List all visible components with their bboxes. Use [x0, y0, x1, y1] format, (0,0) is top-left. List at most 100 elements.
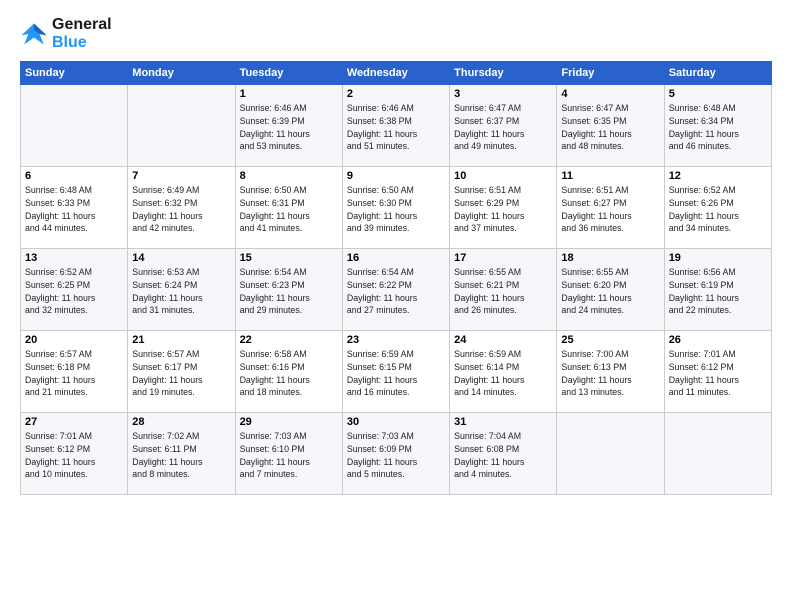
day-number: 23 [347, 334, 445, 346]
day-number: 21 [132, 334, 230, 346]
calendar-cell: 5Sunrise: 6:48 AM Sunset: 6:34 PM Daylig… [664, 85, 771, 167]
calendar-table: SundayMondayTuesdayWednesdayThursdayFrid… [20, 61, 772, 495]
calendar-cell: 1 Sunrise: 6:46 AM Sunset: 6:39 PM Daylig… [235, 85, 342, 167]
calendar-week-row: 1 Sunrise: 6:46 AM Sunset: 6:39 PM Daylig… [21, 85, 772, 167]
day-info: Sunrise: 6:56 AM Sunset: 6:19 PM Dayligh… [669, 266, 767, 317]
day-info: Sunrise: 6:47 AM Sunset: 6:37 PM Dayligh… [454, 102, 552, 153]
day-info: Sunrise: 6:58 AM Sunset: 6:16 PM Dayligh… [240, 348, 338, 399]
day-info: Sunrise: 6:59 AM Sunset: 6:15 PM Dayligh… [347, 348, 445, 399]
calendar-week-row: 13 Sunrise: 6:52 AM Sunset: 6:25 PM Dayli… [21, 249, 772, 331]
calendar-cell: 8Sunrise: 6:50 AM Sunset: 6:31 PM Daylig… [235, 167, 342, 249]
day-number: 2 [347, 88, 445, 100]
day-number: 25 [561, 334, 659, 346]
calendar-cell: 11Sunrise: 6:51 AM Sunset: 6:27 PM Dayli… [557, 167, 664, 249]
calendar-week-row: 27 Sunrise: 7:01 AM Sunset: 6:12 PM Dayli… [21, 413, 772, 495]
logo-text: General Blue [52, 16, 112, 51]
day-info: Sunrise: 6:47 AM Sunset: 6:35 PM Dayligh… [561, 102, 659, 153]
calendar-cell: 22 Sunrise: 6:58 AM Sunset: 6:16 PM Dayli… [235, 331, 342, 413]
day-info: Sunrise: 6:46 AM Sunset: 6:38 PM Dayligh… [347, 102, 445, 153]
day-info: Sunrise: 6:57 AM Sunset: 6:17 PM Dayligh… [132, 348, 230, 399]
day-info: Sunrise: 6:55 AM Sunset: 6:20 PM Dayligh… [561, 266, 659, 317]
calendar-cell: 21 Sunrise: 6:57 AM Sunset: 6:17 PM Dayli… [128, 331, 235, 413]
weekday-header: Friday [557, 62, 664, 85]
calendar-cell: 27 Sunrise: 7:01 AM Sunset: 6:12 PM Dayli… [21, 413, 128, 495]
day-info: Sunrise: 6:51 AM Sunset: 6:29 PM Dayligh… [454, 184, 552, 235]
calendar-cell [664, 413, 771, 495]
calendar-cell: 26Sunrise: 7:01 AM Sunset: 6:12 PM Dayli… [664, 331, 771, 413]
calendar-cell: 13 Sunrise: 6:52 AM Sunset: 6:25 PM Dayli… [21, 249, 128, 331]
day-number: 26 [669, 334, 767, 346]
day-number: 28 [132, 416, 230, 428]
logo-icon [20, 20, 48, 48]
calendar-cell: 3Sunrise: 6:47 AM Sunset: 6:37 PM Daylig… [450, 85, 557, 167]
day-number: 5 [669, 88, 767, 100]
calendar-cell: 29 Sunrise: 7:03 AM Sunset: 6:10 PM Dayli… [235, 413, 342, 495]
header: General Blue [20, 16, 772, 51]
day-info: Sunrise: 6:50 AM Sunset: 6:30 PM Dayligh… [347, 184, 445, 235]
day-info: Sunrise: 6:53 AM Sunset: 6:24 PM Dayligh… [132, 266, 230, 317]
calendar-cell [128, 85, 235, 167]
day-info: Sunrise: 7:03 AM Sunset: 6:10 PM Dayligh… [240, 430, 338, 481]
day-info: Sunrise: 6:54 AM Sunset: 6:23 PM Dayligh… [240, 266, 338, 317]
calendar-cell: 23 Sunrise: 6:59 AM Sunset: 6:15 PM Dayli… [342, 331, 449, 413]
calendar-cell: 14Sunrise: 6:53 AM Sunset: 6:24 PM Dayli… [128, 249, 235, 331]
day-number: 7 [132, 170, 230, 182]
calendar-cell: 2 Sunrise: 6:46 AM Sunset: 6:38 PM Daylig… [342, 85, 449, 167]
day-number: 13 [25, 252, 123, 264]
day-number: 18 [561, 252, 659, 264]
calendar-week-row: 6 Sunrise: 6:48 AM Sunset: 6:33 PM Daylig… [21, 167, 772, 249]
calendar-cell: 20 Sunrise: 6:57 AM Sunset: 6:18 PM Dayli… [21, 331, 128, 413]
calendar-cell: 9Sunrise: 6:50 AM Sunset: 6:30 PM Daylig… [342, 167, 449, 249]
weekday-header-row: SundayMondayTuesdayWednesdayThursdayFrid… [21, 62, 772, 85]
weekday-header: Sunday [21, 62, 128, 85]
day-info: Sunrise: 7:00 AM Sunset: 6:13 PM Dayligh… [561, 348, 659, 399]
day-number: 29 [240, 416, 338, 428]
day-number: 31 [454, 416, 552, 428]
calendar-cell: 6 Sunrise: 6:48 AM Sunset: 6:33 PM Daylig… [21, 167, 128, 249]
day-number: 8 [240, 170, 338, 182]
calendar-cell: 19 Sunrise: 6:56 AM Sunset: 6:19 PM Dayli… [664, 249, 771, 331]
day-info: Sunrise: 7:03 AM Sunset: 6:09 PM Dayligh… [347, 430, 445, 481]
calendar-cell: 17 Sunrise: 6:55 AM Sunset: 6:21 PM Dayli… [450, 249, 557, 331]
day-info: Sunrise: 6:54 AM Sunset: 6:22 PM Dayligh… [347, 266, 445, 317]
day-number: 15 [240, 252, 338, 264]
day-number: 30 [347, 416, 445, 428]
calendar-cell: 10 Sunrise: 6:51 AM Sunset: 6:29 PM Dayli… [450, 167, 557, 249]
day-number: 10 [454, 170, 552, 182]
day-number: 1 [240, 88, 338, 100]
logo: General Blue [20, 16, 112, 51]
calendar-cell: 24Sunrise: 6:59 AM Sunset: 6:14 PM Dayli… [450, 331, 557, 413]
day-info: Sunrise: 7:04 AM Sunset: 6:08 PM Dayligh… [454, 430, 552, 481]
calendar-cell: 15 Sunrise: 6:54 AM Sunset: 6:23 PM Dayli… [235, 249, 342, 331]
calendar-week-row: 20 Sunrise: 6:57 AM Sunset: 6:18 PM Dayli… [21, 331, 772, 413]
calendar-cell: 25 Sunrise: 7:00 AM Sunset: 6:13 PM Dayli… [557, 331, 664, 413]
calendar-cell [557, 413, 664, 495]
weekday-header: Thursday [450, 62, 557, 85]
day-number: 17 [454, 252, 552, 264]
weekday-header: Tuesday [235, 62, 342, 85]
calendar-cell: 7Sunrise: 6:49 AM Sunset: 6:32 PM Daylig… [128, 167, 235, 249]
calendar-cell: 4 Sunrise: 6:47 AM Sunset: 6:35 PM Daylig… [557, 85, 664, 167]
weekday-header: Wednesday [342, 62, 449, 85]
day-number: 27 [25, 416, 123, 428]
day-info: Sunrise: 6:57 AM Sunset: 6:18 PM Dayligh… [25, 348, 123, 399]
calendar-cell: 31 Sunrise: 7:04 AM Sunset: 6:08 PM Dayli… [450, 413, 557, 495]
day-number: 20 [25, 334, 123, 346]
calendar-cell [21, 85, 128, 167]
weekday-header: Monday [128, 62, 235, 85]
day-info: Sunrise: 6:48 AM Sunset: 6:33 PM Dayligh… [25, 184, 123, 235]
weekday-header: Saturday [664, 62, 771, 85]
day-info: Sunrise: 6:52 AM Sunset: 6:25 PM Dayligh… [25, 266, 123, 317]
calendar-cell: 18 Sunrise: 6:55 AM Sunset: 6:20 PM Dayli… [557, 249, 664, 331]
day-info: Sunrise: 6:46 AM Sunset: 6:39 PM Dayligh… [240, 102, 338, 153]
day-number: 11 [561, 170, 659, 182]
day-info: Sunrise: 7:02 AM Sunset: 6:11 PM Dayligh… [132, 430, 230, 481]
day-number: 19 [669, 252, 767, 264]
day-number: 4 [561, 88, 659, 100]
day-info: Sunrise: 7:01 AM Sunset: 6:12 PM Dayligh… [25, 430, 123, 481]
day-number: 6 [25, 170, 123, 182]
day-number: 22 [240, 334, 338, 346]
calendar-cell: 30 Sunrise: 7:03 AM Sunset: 6:09 PM Dayli… [342, 413, 449, 495]
day-info: Sunrise: 6:55 AM Sunset: 6:21 PM Dayligh… [454, 266, 552, 317]
calendar-cell: 28 Sunrise: 7:02 AM Sunset: 6:11 PM Dayli… [128, 413, 235, 495]
